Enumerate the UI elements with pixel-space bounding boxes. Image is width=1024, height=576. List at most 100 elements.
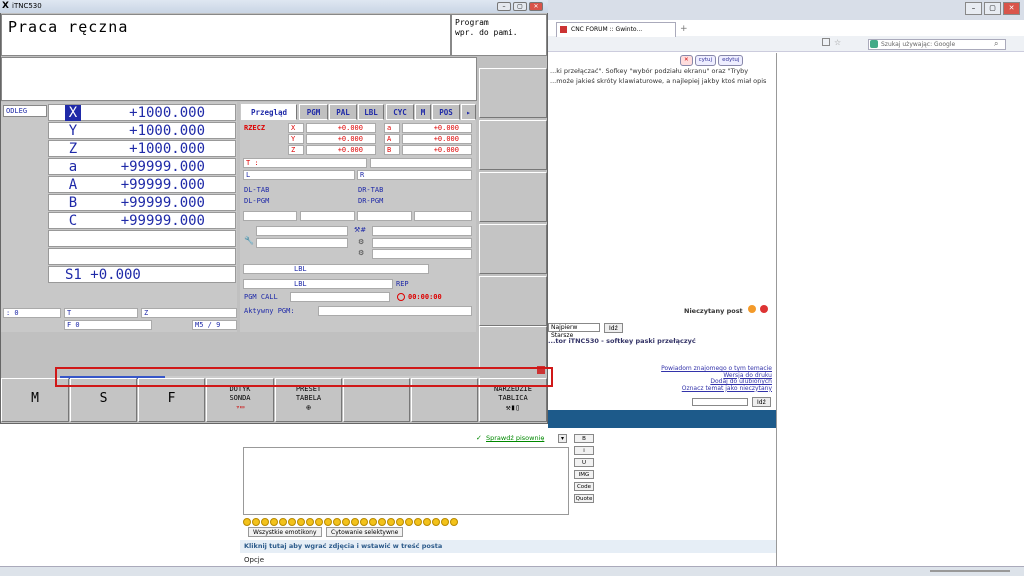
message-textarea[interactable] [243, 447, 569, 515]
itnc-minimize-button[interactable]: – [497, 2, 511, 11]
quote-format-button[interactable]: Quote [574, 494, 594, 503]
axis-row: C +99999.000 [48, 212, 236, 229]
vertical-softkey[interactable] [479, 172, 547, 222]
pos-axis: Y [288, 134, 304, 144]
smile-icon[interactable] [297, 518, 305, 526]
smile-icon[interactable] [441, 518, 449, 526]
tab-scroll-right-icon[interactable]: ▸ [461, 104, 476, 120]
axis-row: a +99999.000 [48, 158, 236, 175]
search-input[interactable]: Szukaj używając: Google [868, 39, 1006, 50]
underline-button[interactable]: U [574, 458, 594, 467]
bookmark-icon[interactable] [822, 38, 830, 46]
favicon-icon [560, 26, 567, 33]
smile-icon[interactable] [324, 518, 332, 526]
img-button[interactable]: IMG [574, 470, 594, 479]
smile-icon[interactable] [288, 518, 296, 526]
empty-cell [256, 226, 348, 236]
tab-m[interactable]: M [415, 104, 431, 120]
report-icon[interactable] [760, 305, 768, 313]
magnifier-icon[interactable]: ⌕ [994, 39, 998, 49]
maximize-button[interactable]: ▢ [984, 2, 1001, 15]
tab-lbl[interactable]: LBL [358, 104, 384, 120]
vertical-softkey[interactable] [479, 120, 547, 170]
smile-icon[interactable] [396, 518, 404, 526]
itnc-restore-button[interactable]: ▢ [513, 2, 527, 11]
axis-label: X [65, 105, 81, 121]
vertical-softkey[interactable] [479, 68, 547, 118]
vertical-softkey[interactable] [479, 224, 547, 274]
empty-cell [372, 249, 472, 259]
status-z: Z [141, 308, 237, 318]
smile-icon[interactable] [315, 518, 323, 526]
axis-row: X +1000.000 [48, 104, 236, 121]
pos-axis: B [384, 145, 400, 155]
status-m: M5 / 9 [192, 320, 237, 330]
smile-icon[interactable] [252, 518, 260, 526]
quote-button[interactable]: cytuj [694, 55, 717, 66]
browser-tab[interactable]: CNC FORUM :: Gwinto... [556, 22, 676, 37]
upload-link[interactable]: Kliknij tutaj aby wgrać zdjęcia i wstawi… [240, 540, 776, 553]
spellcheck-icon: ✓ [476, 434, 482, 442]
minimize-button[interactable]: – [965, 2, 982, 15]
tool-t-value [370, 158, 472, 168]
vertical-softkey[interactable] [479, 276, 547, 326]
go-button[interactable]: Idź [604, 323, 623, 333]
rzecz-label: RZECZ [244, 124, 266, 132]
spellcheck-dropdown[interactable]: ▾ [558, 434, 567, 443]
tab-overview[interactable]: Przegląd [241, 104, 297, 120]
vertical-softkey[interactable] [479, 326, 547, 368]
post-actions: ✕ cytuj edytuj [680, 55, 744, 66]
italic-button[interactable]: i [574, 446, 594, 455]
smile-icon[interactable] [342, 518, 350, 526]
axis-label: C [68, 213, 78, 229]
smile-icon[interactable] [261, 518, 269, 526]
program-mode-line2: wpr. do pami. [455, 28, 518, 37]
all-emoticons-button[interactable]: Wszystkie emotikony [248, 527, 322, 537]
jump-select[interactable] [692, 398, 748, 406]
probe-icon: ▿▭ [235, 403, 245, 411]
tab-pos[interactable]: POS [432, 104, 460, 120]
tab-cyc[interactable]: CYC [386, 104, 414, 120]
timer-value: 00:00:00 [408, 293, 442, 301]
tab-pgm[interactable]: PGM [299, 104, 328, 120]
smile-icon[interactable] [414, 518, 422, 526]
link-unread[interactable]: Oznacz temat jako nieczytany [600, 385, 772, 393]
spindle-row: S1 +0.000 [48, 266, 236, 283]
smile-icon[interactable] [423, 518, 431, 526]
smile-icon[interactable] [279, 518, 287, 526]
post-text: ...ki przełączać". Sofkey "wybór podział… [550, 67, 767, 85]
jump-go-button[interactable]: Idź [752, 397, 771, 407]
smile-icon[interactable] [432, 518, 440, 526]
itnc-close-button[interactable]: ✕ [529, 2, 543, 11]
smile-icon[interactable] [306, 518, 314, 526]
zoom-slider[interactable] [930, 570, 1010, 572]
delete-icon[interactable]: ✕ [680, 55, 693, 66]
axis-label: B [68, 195, 78, 211]
axis-label: a [68, 159, 78, 175]
smile-icon[interactable] [270, 518, 278, 526]
smile-icon[interactable] [243, 518, 251, 526]
new-tab-button[interactable]: + [680, 24, 688, 34]
bold-button[interactable]: B [574, 434, 594, 443]
sort-select[interactable]: Najpierw Starsze [548, 323, 600, 339]
tool-t-label: T : [243, 158, 367, 168]
edit-button[interactable]: edytuj [718, 55, 744, 66]
axis-value: +99999.000 [120, 159, 205, 175]
selective-quote-button[interactable]: Cytowanie selektywne [326, 527, 404, 537]
smile-icon[interactable] [369, 518, 377, 526]
smile-icon[interactable] [405, 518, 413, 526]
pos-value: +0.000 [306, 123, 376, 133]
close-button[interactable]: ✕ [1003, 2, 1020, 15]
smile-icon[interactable] [360, 518, 368, 526]
axis-label: A [68, 177, 78, 193]
axis-value: +1000.000 [129, 141, 205, 157]
code-button[interactable]: Code [574, 482, 594, 491]
smile-icon[interactable] [378, 518, 386, 526]
smile-icon[interactable] [450, 518, 458, 526]
smile-icon[interactable] [333, 518, 341, 526]
spellcheck-link[interactable]: Sprawdź pisownię [486, 434, 544, 442]
smile-icon[interactable] [387, 518, 395, 526]
tab-pal[interactable]: PAL [329, 104, 357, 120]
star-icon[interactable]: ☆ [834, 38, 841, 47]
smile-icon[interactable] [351, 518, 359, 526]
